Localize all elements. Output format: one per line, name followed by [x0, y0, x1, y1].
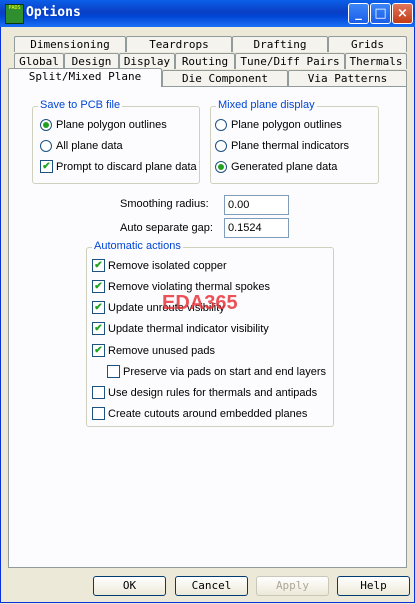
- smoothing-radius-label: Smoothing radius:: [120, 198, 209, 210]
- maximize-button[interactable]: □: [370, 3, 391, 24]
- checkbox[interactable]: ✔: [92, 259, 105, 272]
- auto-actions-title: Automatic actions: [92, 240, 183, 252]
- radio-label: Plane polygon outlines: [56, 119, 167, 131]
- tab-design[interactable]: Design: [64, 53, 119, 69]
- checkbox-label: Preserve via pads on start and end layer…: [123, 366, 327, 378]
- tab-tune-diff-pairs[interactable]: Tune/Diff Pairs: [235, 53, 345, 69]
- checkbox[interactable]: [107, 365, 120, 378]
- minimize-button[interactable]: _: [348, 3, 369, 24]
- radio-button[interactable]: [40, 119, 52, 131]
- checkbox-label: Remove isolated copper: [108, 260, 227, 272]
- smoothing-radius-input[interactable]: 0.00: [224, 195, 289, 215]
- tab-teardrops[interactable]: Teardrops: [126, 36, 232, 52]
- save-group-title: Save to PCB file: [38, 99, 123, 111]
- watermark-text: EDA365: [162, 292, 238, 314]
- checkbox[interactable]: [92, 407, 105, 420]
- cancel-button[interactable]: Cancel: [175, 576, 248, 596]
- help-button[interactable]: Help: [337, 576, 410, 596]
- window-title: Options: [26, 5, 81, 20]
- radio-button[interactable]: [215, 161, 227, 173]
- title-bar[interactable]: PADS Options _ □ ×: [0, 0, 415, 27]
- checkbox[interactable]: ✔: [92, 322, 105, 335]
- tab-global[interactable]: Global: [14, 53, 64, 69]
- checkbox-label: Prompt to discard plane data: [56, 161, 197, 173]
- auto-separate-gap-label: Auto separate gap:: [120, 222, 213, 234]
- checkbox[interactable]: [92, 386, 105, 399]
- checkbox-label: Update thermal indicator visibility: [108, 323, 269, 335]
- radio-label: Generated plane data: [231, 161, 338, 173]
- mixed-group-title: Mixed plane display: [216, 99, 317, 111]
- automatic-actions-group: Automatic actions: [86, 240, 334, 427]
- tab-thermals[interactable]: Thermals: [345, 53, 407, 69]
- ok-button[interactable]: OK: [93, 576, 166, 596]
- tab-die-component[interactable]: Die Component: [162, 70, 288, 86]
- radio-label: All plane data: [56, 140, 123, 152]
- checkbox[interactable]: ✔: [92, 344, 105, 357]
- pads-app-icon: PADS: [5, 4, 24, 24]
- close-button[interactable]: ×: [392, 3, 413, 24]
- checkbox-label: Create cutouts around embedded planes: [108, 408, 308, 420]
- radio-label: Plane polygon outlines: [231, 119, 342, 131]
- checkbox[interactable]: ✔: [92, 280, 105, 293]
- checkbox-label: Remove unused pads: [108, 345, 216, 357]
- tab-drafting[interactable]: Drafting: [232, 36, 328, 52]
- tab-display[interactable]: Display: [119, 53, 175, 69]
- radio-button[interactable]: [215, 140, 227, 152]
- checkbox[interactable]: ✔: [40, 160, 53, 173]
- radio-label: Plane thermal indicators: [231, 140, 350, 152]
- checkbox[interactable]: ✔: [92, 301, 105, 314]
- tab-via-patterns[interactable]: Via Patterns: [288, 70, 407, 86]
- apply-button[interactable]: Apply: [256, 576, 329, 596]
- radio-button[interactable]: [40, 140, 52, 152]
- tab-grids[interactable]: Grids: [328, 36, 407, 52]
- checkbox-label: Use design rules for thermals and antipa…: [108, 387, 318, 399]
- radio-button[interactable]: [215, 119, 227, 131]
- radio-selected-dot: [218, 164, 224, 170]
- tab-dimensioning[interactable]: Dimensioning: [14, 36, 126, 52]
- tab-split-mixed-plane[interactable]: Split/Mixed Plane: [8, 68, 162, 87]
- auto-separate-gap-input[interactable]: 0.1524: [224, 218, 289, 238]
- radio-selected-dot: [43, 122, 49, 128]
- tab-routing[interactable]: Routing: [175, 53, 235, 69]
